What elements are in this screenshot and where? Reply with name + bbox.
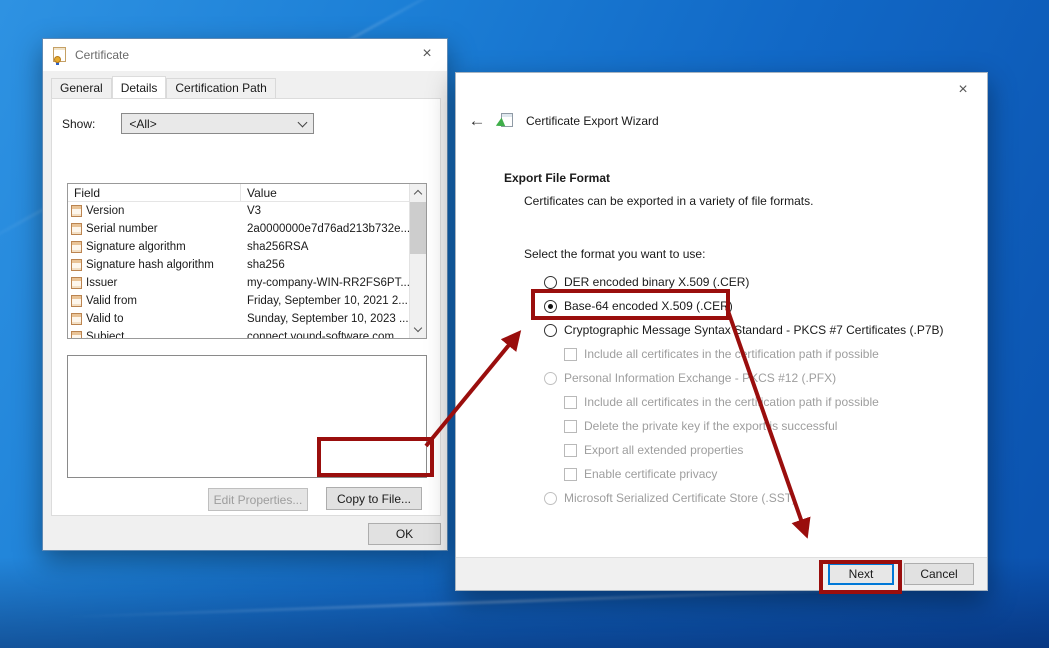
next-button[interactable]: Next — [828, 563, 894, 585]
checkbox-icon — [564, 468, 577, 481]
certificate-icon — [52, 47, 68, 63]
table-row[interactable]: Issuer my-company-WIN-RR2FS6PT... — [68, 274, 426, 292]
column-value: Value — [241, 184, 426, 201]
table-row[interactable]: Serial number 2a0000000e7d76ad213b732e..… — [68, 220, 426, 238]
checkbox-include-all-pkcs7: Include all certificates in the certific… — [456, 342, 987, 366]
tab-strip: General Details Certification Path — [51, 78, 276, 98]
radio-checked-icon[interactable] — [544, 300, 557, 313]
page-title: Export File Format — [504, 171, 610, 185]
certificate-export-wizard-dialog: × ← Certificate Export Wizard Export Fil… — [455, 72, 988, 591]
radio-icon — [544, 372, 557, 385]
table-row[interactable]: Signature algorithm sha256RSA — [68, 238, 426, 256]
back-arrow-icon[interactable]: ← — [466, 111, 488, 131]
scrollbar-thumb[interactable] — [410, 202, 426, 254]
checkbox-icon — [564, 396, 577, 409]
close-icon[interactable]: × — [407, 39, 447, 69]
checkbox-delete-private-key: Delete the private key if the export is … — [456, 414, 987, 438]
certificate-fields-list[interactable]: Field Value Version V3 Serial number 2a0… — [67, 183, 427, 339]
radio-der-encoded[interactable]: DER encoded binary X.509 (.CER) — [456, 270, 987, 294]
field-icon — [71, 313, 82, 325]
field-icon — [71, 241, 82, 253]
ok-button[interactable]: OK — [368, 523, 441, 545]
vertical-scrollbar[interactable] — [409, 184, 426, 338]
edit-properties-button: Edit Properties... — [208, 488, 308, 511]
field-icon — [71, 259, 82, 271]
wizard-footer: Next Cancel — [456, 557, 987, 590]
radio-icon[interactable] — [544, 324, 557, 337]
column-field: Field — [68, 184, 241, 201]
table-row[interactable]: Valid from Friday, September 10, 2021 2.… — [68, 292, 426, 310]
scroll-up-icon[interactable] — [410, 184, 426, 201]
tab-general[interactable]: General — [51, 78, 112, 98]
show-dropdown[interactable]: <All> — [121, 113, 314, 134]
export-wizard-icon — [498, 113, 516, 129]
field-icon — [71, 277, 82, 289]
radio-sst: Microsoft Serialized Certificate Store (… — [456, 486, 987, 510]
field-icon — [71, 223, 82, 235]
table-row[interactable]: Subject connect.yound-software.com — [68, 328, 426, 339]
radio-pkcs7[interactable]: Cryptographic Message Syntax Standard - … — [456, 318, 987, 342]
show-label: Show: — [62, 117, 95, 131]
list-header: Field Value — [68, 184, 426, 202]
table-row[interactable]: Valid to Sunday, September 10, 2023 ... — [68, 310, 426, 328]
radio-pfx: Personal Information Exchange - PKCS #12… — [456, 366, 987, 390]
format-prompt-label: Select the format you want to use: — [524, 247, 705, 261]
radio-icon — [544, 492, 557, 505]
dialog-title: Certificate — [75, 48, 129, 62]
cancel-button[interactable]: Cancel — [904, 563, 974, 585]
show-dropdown-value: <All> — [129, 117, 156, 131]
scroll-down-icon[interactable] — [410, 321, 426, 338]
checkbox-icon — [564, 420, 577, 433]
field-icon — [71, 331, 82, 339]
details-tab-page: Show: <All> Field Value Version V3 Seria… — [51, 98, 441, 516]
table-row[interactable]: Signature hash algorithm sha256 — [68, 256, 426, 274]
copy-to-file-button[interactable]: Copy to File... — [326, 487, 422, 510]
checkbox-icon — [564, 348, 577, 361]
checkbox-icon — [564, 444, 577, 457]
tab-details[interactable]: Details — [112, 76, 167, 99]
radio-base64-encoded[interactable]: Base-64 encoded X.509 (.CER) — [456, 294, 987, 318]
certificate-titlebar[interactable]: Certificate × — [43, 39, 447, 71]
chevron-down-icon — [298, 117, 308, 127]
field-value-preview-box[interactable] — [67, 355, 427, 478]
radio-icon[interactable] — [544, 276, 557, 289]
field-icon — [71, 205, 82, 217]
checkbox-export-extended-properties: Export all extended properties — [456, 438, 987, 462]
checkbox-include-all-pfx: Include all certificates in the certific… — [456, 390, 987, 414]
table-row[interactable]: Version V3 — [68, 202, 426, 220]
certificate-dialog: Certificate × General Details Certificat… — [42, 38, 448, 551]
field-icon — [71, 295, 82, 307]
wizard-title: Certificate Export Wizard — [526, 114, 659, 128]
checkbox-enable-certificate-privacy: Enable certificate privacy — [456, 462, 987, 486]
tab-certification-path[interactable]: Certification Path — [166, 78, 275, 98]
close-icon[interactable]: × — [943, 75, 983, 105]
page-subtitle: Certificates can be exported in a variet… — [524, 194, 813, 208]
